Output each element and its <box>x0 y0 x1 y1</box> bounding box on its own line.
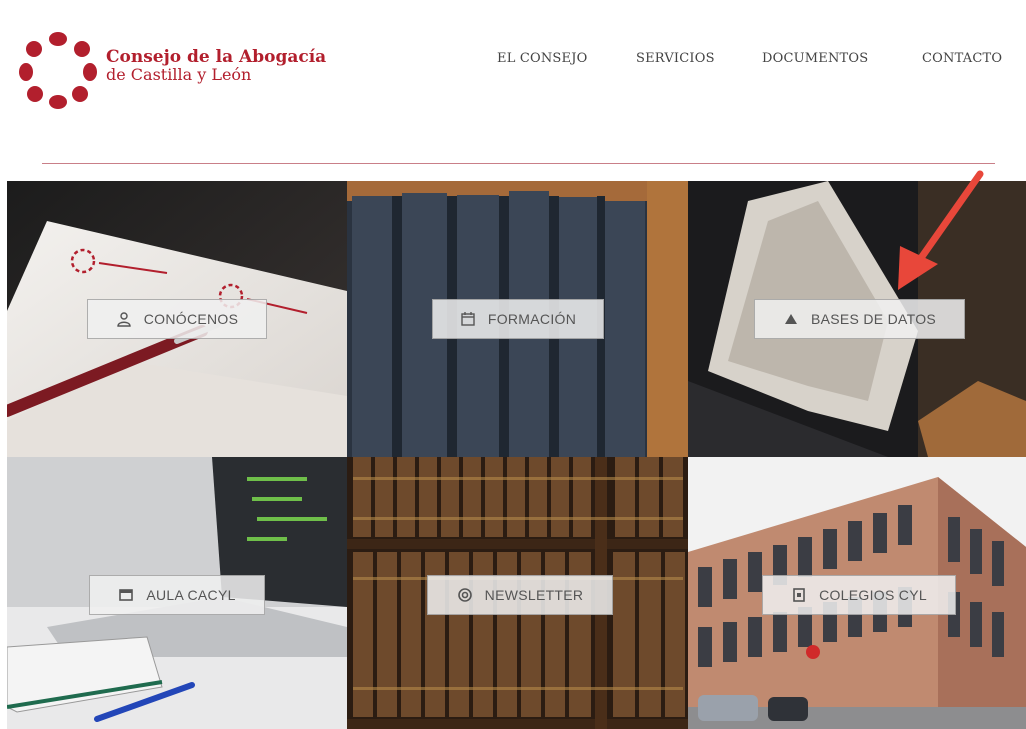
tile-aula-cacyl[interactable]: AULA CACYL <box>7 457 347 729</box>
tile-button-colegios-cyl[interactable]: COLEGIOS CYL <box>762 575 956 615</box>
tile-label: BASES DE DATOS <box>810 311 937 327</box>
window-icon <box>119 589 134 601</box>
tile-label: AULA CACYL <box>146 587 236 603</box>
tile-button-aula-cacyl[interactable]: AULA CACYL <box>89 575 265 615</box>
user-icon <box>117 312 131 327</box>
tile-colegios-cyl[interactable]: COLEGIOS CYL <box>688 457 1026 729</box>
calendar-icon <box>461 312 475 326</box>
main-nav: EL CONSEJO SERVICIOS DOCUMENTOS CONTACTO <box>0 51 1026 71</box>
nav-item-documentos[interactable]: DOCUMENTOS <box>762 51 868 66</box>
tile-button-conocenos[interactable]: CONÓCENOS <box>87 299 267 339</box>
tile-button-formacion[interactable]: FORMACIÓN <box>432 299 604 339</box>
tile-label: NEWSLETTER <box>484 587 584 603</box>
tile-label: FORMACIÓN <box>487 311 577 327</box>
tile-label: COLEGIOS CYL <box>819 587 927 603</box>
annotation-arrow-icon <box>898 170 984 290</box>
database-icon <box>784 314 797 324</box>
header-divider <box>42 163 995 164</box>
nav-item-el-consejo[interactable]: EL CONSEJO <box>497 51 588 66</box>
tile-conocenos[interactable]: CONÓCENOS <box>7 181 347 457</box>
tile-button-bases-de-datos[interactable]: BASES DE DATOS <box>754 299 965 339</box>
tile-button-newsletter[interactable]: NEWSLETTER <box>427 575 613 615</box>
newsletter-icon <box>457 588 472 602</box>
tile-label: CONÓCENOS <box>143 311 239 327</box>
nav-item-contacto[interactable]: CONTACTO <box>922 51 1002 66</box>
tile-formacion[interactable]: FORMACIÓN <box>347 181 688 457</box>
building-icon <box>793 588 805 602</box>
nav-item-servicios[interactable]: SERVICIOS <box>636 51 715 66</box>
tile-newsletter[interactable]: NEWSLETTER <box>347 457 688 729</box>
tiles-grid: CONÓCENOS FORMACIÓN BASES DE DATOS AULA … <box>7 181 1026 729</box>
